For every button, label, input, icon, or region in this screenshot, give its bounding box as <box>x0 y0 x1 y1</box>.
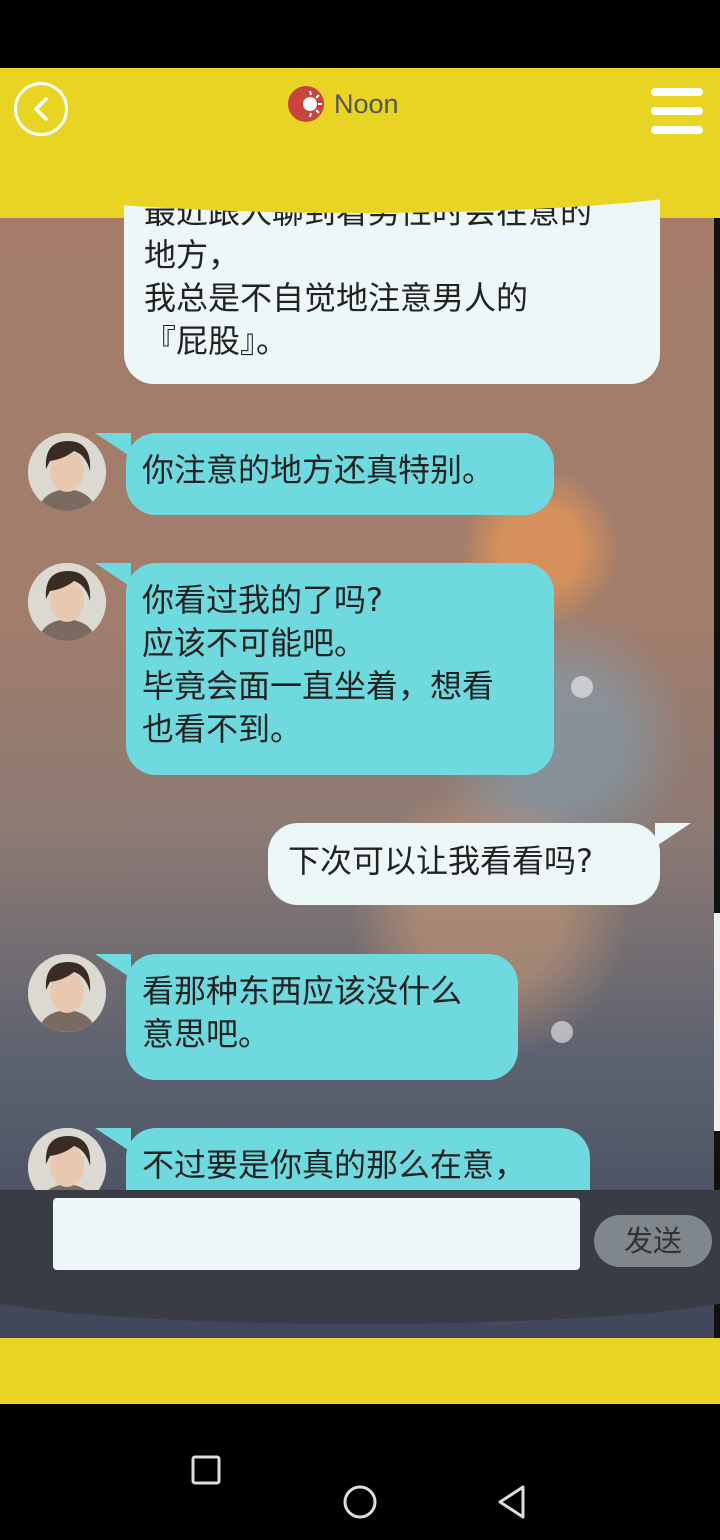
send-button[interactable]: 发送 <box>594 1215 712 1267</box>
status-bar <box>0 0 720 68</box>
nav-recents-icon[interactable] <box>190 1454 222 1486</box>
scrollbar-track[interactable] <box>714 218 720 1338</box>
bubble-tail <box>655 823 691 847</box>
nav-back-icon[interactable] <box>496 1484 528 1520</box>
bubble-tail <box>95 433 131 457</box>
back-icon <box>34 97 48 121</box>
message-bubble[interactable]: 你看过我的了吗? 应该不可能吧。 毕竟会面一直坐着，想看 也看不到。 <box>126 563 554 775</box>
bokeh-dot <box>571 676 593 698</box>
chat-screen: 最近跟人聊到看男性时会在意的 地方， 我总是不自觉地注意男人的 『屁股』。 你注… <box>0 68 720 1404</box>
back-button[interactable] <box>14 82 68 136</box>
bubble-tail <box>95 1128 131 1152</box>
message-bubble[interactable]: 下次可以让我看看吗? <box>268 823 660 905</box>
bubble-tail <box>95 954 131 978</box>
system-nav-bar <box>0 1404 720 1540</box>
menu-line <box>651 107 703 115</box>
message-bubble[interactable]: 看那种东西应该没什么 意思吧。 <box>126 954 518 1080</box>
menu-icon[interactable] <box>651 88 703 134</box>
contact-name: Noon <box>334 88 399 119</box>
scrollbar-thumb[interactable] <box>714 913 720 1131</box>
menu-line <box>651 126 703 134</box>
message-bubble[interactable]: 你注意的地方还真特别。 <box>126 433 554 515</box>
message-input[interactable] <box>53 1198 580 1270</box>
time-of-day-icon <box>288 86 324 122</box>
nav-home-icon[interactable] <box>342 1484 378 1520</box>
chat-title: Noon <box>288 84 399 124</box>
menu-line <box>651 88 703 96</box>
bokeh-dot <box>551 1021 573 1043</box>
bubble-tail <box>95 563 131 587</box>
